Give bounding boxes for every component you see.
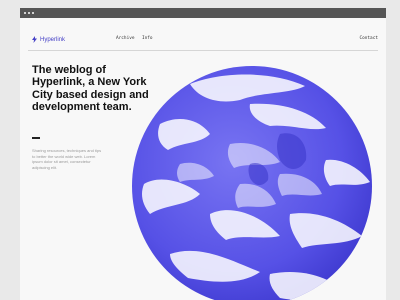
- nav-divider: [28, 50, 378, 51]
- window-control-dot[interactable]: [24, 12, 26, 14]
- site-nav: Hyperlink Archive Info Contact: [20, 32, 386, 48]
- window-control-dot[interactable]: [28, 12, 30, 14]
- browser-window: Hyperlink Archive Info Contact The weblo…: [20, 8, 386, 300]
- browser-titlebar: [20, 8, 386, 18]
- hero-heading: The weblog of Hyperlink, a New York City…: [32, 64, 149, 114]
- lightning-bolt-icon: [32, 36, 37, 43]
- nav-link-archive[interactable]: Archive: [116, 36, 135, 41]
- page: { "nav": { "brand": "Hyperlink", "links"…: [0, 0, 400, 300]
- window-control-dot[interactable]: [32, 12, 34, 14]
- brand-link[interactable]: Hyperlink: [32, 36, 65, 43]
- nav-link-contact[interactable]: Contact: [359, 36, 378, 41]
- brand-name: Hyperlink: [40, 36, 66, 43]
- earth-globe-image: [132, 66, 372, 300]
- heading-divider: [32, 137, 40, 139]
- nav-link-info[interactable]: Info: [142, 36, 153, 41]
- hero-blurb: Sharing resources, techniques and tips t…: [32, 148, 102, 170]
